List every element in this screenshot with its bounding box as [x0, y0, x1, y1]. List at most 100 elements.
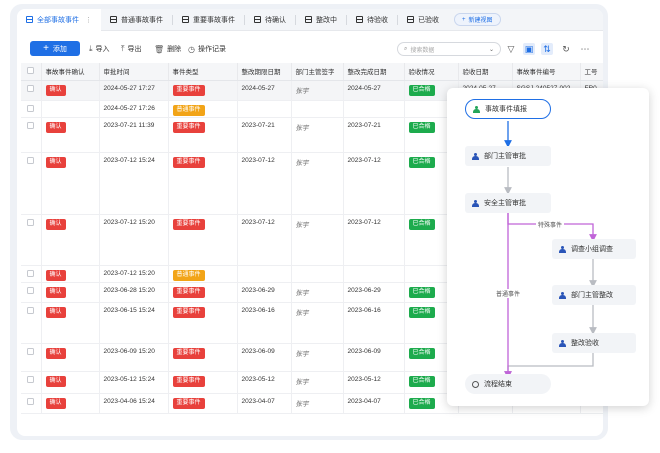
more-vertical-icon[interactable]: ⋮: [85, 16, 92, 24]
table-cell: 重要事件: [168, 214, 238, 266]
tab-normal-events[interactable]: 普通事故事件: [101, 9, 172, 31]
flow-node-dept-approve[interactable]: 部门主管审批: [465, 146, 551, 166]
table-cell: 张宇: [291, 282, 344, 303]
new-view-label: 新建视图: [468, 18, 493, 24]
row-checkbox[interactable]: [27, 286, 34, 294]
more-horizontal-icon[interactable]: ⋯: [579, 43, 591, 55]
tab-label: 整改中: [316, 16, 337, 24]
row-checkbox[interactable]: [27, 84, 34, 92]
confirm-button[interactable]: 确认: [45, 375, 66, 387]
event-type-tag: 重要事件: [172, 375, 205, 387]
column-header[interactable]: 验收情况: [404, 63, 459, 81]
table-cell: 2023-07-12: [237, 214, 292, 266]
row-checkbox[interactable]: [27, 104, 34, 112]
row-select-cell[interactable]: [21, 152, 42, 215]
tab-pending-confirm[interactable]: 待确认: [245, 9, 295, 31]
operation-log-button[interactable]: ◷ 操作记录: [188, 44, 226, 54]
column-header[interactable]: 部门主管签字: [291, 63, 344, 81]
cell-text: 2023-07-12 15:24: [103, 156, 155, 164]
confirm-button[interactable]: 确认: [45, 84, 66, 96]
confirm-button[interactable]: 确认: [45, 121, 66, 133]
row-checkbox[interactable]: [27, 218, 34, 226]
flow-node-end[interactable]: 流程结束: [465, 374, 551, 394]
sort-icon[interactable]: ⇅: [541, 43, 553, 55]
flow-node-report[interactable]: 事故事件填报: [465, 99, 551, 119]
column-header[interactable]: 工号: [580, 63, 603, 81]
tab-important-events[interactable]: 重要事故事件: [173, 9, 244, 31]
row-checkbox[interactable]: [27, 347, 34, 355]
user-icon: [559, 339, 566, 347]
table-icon: [305, 16, 312, 23]
confirm-button[interactable]: 确认: [45, 347, 66, 359]
row-select-cell[interactable]: [21, 265, 42, 283]
row-checkbox[interactable]: [27, 397, 34, 405]
delete-label: 删除: [167, 46, 182, 53]
confirm-button[interactable]: 确认: [45, 156, 66, 168]
row-select-cell[interactable]: [21, 282, 42, 303]
table-cell: 确认: [41, 214, 100, 266]
column-header[interactable]: 审批时间: [99, 63, 169, 81]
table-cell: 确认: [41, 343, 100, 372]
search-input[interactable]: ⌕ 搜索数据 ⌄: [397, 42, 501, 56]
row-checkbox[interactable]: [27, 306, 34, 314]
select-all-checkbox[interactable]: [27, 66, 34, 74]
table-cell: 张宇: [291, 393, 344, 414]
tab-label: 全部事故事件: [37, 16, 79, 24]
export-button[interactable]: ⤒ 导出: [121, 44, 142, 54]
view-tabs: 全部事故事件 ⋮ 普通事故事件 重要事故事件 待确认 整改中 待验收 已验收 +…: [17, 9, 603, 31]
column-header[interactable]: 整改期限日期: [237, 63, 292, 81]
tab-all-events[interactable]: 全部事故事件 ⋮: [17, 9, 101, 31]
column-header[interactable]: 事件类型: [168, 63, 238, 81]
row-select-cell[interactable]: [21, 371, 42, 394]
table-cell: 2024-05-27 17:27: [99, 80, 169, 101]
confirm-button[interactable]: 确认: [45, 286, 66, 298]
confirm-button[interactable]: 确认: [45, 306, 66, 318]
row-select-cell[interactable]: [21, 302, 42, 344]
cell-text: 2023-07-21: [347, 121, 381, 129]
row-checkbox[interactable]: [27, 121, 34, 129]
row-checkbox[interactable]: [27, 375, 34, 383]
tab-accepted[interactable]: 已验收: [398, 9, 448, 31]
tab-pending-acceptance[interactable]: 待验收: [347, 9, 397, 31]
cell-text: 2023-07-21: [241, 121, 275, 129]
row-select-cell[interactable]: [21, 343, 42, 372]
flow-node-investigate[interactable]: 调查小组调查: [552, 239, 636, 259]
column-header[interactable]: 整改完成日期: [343, 63, 405, 81]
confirm-button[interactable]: 确认: [45, 218, 66, 230]
table-cell: [41, 100, 100, 118]
column-header[interactable]: 验收日期: [458, 63, 513, 81]
row-select-cell[interactable]: [21, 393, 42, 414]
filter-icon[interactable]: ▽: [505, 43, 517, 55]
new-view-button[interactable]: + 新建视图: [454, 13, 501, 26]
delete-button[interactable]: 🗑 删除: [154, 44, 181, 54]
column-header[interactable]: 事故事件编号: [512, 63, 581, 81]
table-cell: 普通事件: [168, 265, 238, 283]
flow-node-rectify-check[interactable]: 整改验收: [552, 333, 636, 353]
import-button[interactable]: ⤓ 导入: [89, 44, 110, 54]
confirm-button[interactable]: 确认: [45, 269, 66, 281]
flow-node-dept-rectify[interactable]: 部门主管整改: [552, 285, 636, 305]
confirm-button[interactable]: 确认: [45, 397, 66, 409]
cell-text: 2023-07-12 15:20: [103, 218, 155, 226]
table-cell: 2023-07-12 15:24: [99, 152, 169, 215]
table-cell: 2023-07-21: [343, 117, 405, 153]
row-select-cell[interactable]: [21, 214, 42, 266]
row-checkbox[interactable]: [27, 156, 34, 164]
row-select-cell[interactable]: [21, 100, 42, 118]
row-checkbox[interactable]: [27, 269, 34, 277]
flow-node-label: 部门主管整改: [571, 292, 613, 299]
flow-node-label: 流程结束: [484, 381, 512, 388]
tab-label: 普通事故事件: [121, 16, 163, 24]
tab-rectifying[interactable]: 整改中: [296, 9, 346, 31]
select-all-cell[interactable]: [21, 63, 42, 81]
row-select-cell[interactable]: [21, 80, 42, 101]
column-header[interactable]: 事故事件确认: [41, 63, 100, 81]
add-button[interactable]: + 添加: [30, 41, 80, 56]
card-view-icon[interactable]: ▣: [523, 43, 535, 55]
row-select-cell[interactable]: [21, 117, 42, 153]
cell-text: 2024-05-27 17:26: [103, 104, 155, 112]
table-cell: 2023-06-29: [237, 282, 292, 303]
signature: 张宇: [295, 123, 309, 132]
flow-node-safety-approve[interactable]: 安全主管审批: [465, 193, 551, 213]
refresh-icon[interactable]: ↻: [560, 43, 572, 55]
